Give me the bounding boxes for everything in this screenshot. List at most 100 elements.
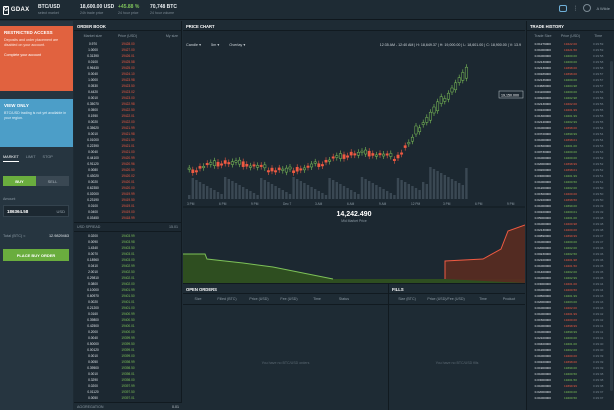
trade-history-panel: TRADE HISTORY Trade Size Price (USD) Tim…	[526, 21, 614, 410]
last-price-sub: 24h trade price	[80, 11, 104, 15]
trade-time: 0:29:47	[593, 240, 604, 244]
candle-body	[410, 136, 414, 142]
volume-bar	[342, 186, 346, 199]
trade-size: 0.00500000	[534, 294, 552, 298]
order-size: 0.0410	[88, 264, 98, 268]
volume-bar	[382, 189, 385, 199]
trade-history-list: 0.01279000 19422.00 0:29:59 0.01000000 19421…	[527, 41, 614, 401]
order-price: 19400.50	[121, 318, 135, 322]
trade-size: 0.02000000	[534, 390, 552, 394]
order-price: 19398.50	[121, 366, 135, 370]
order-price: 19420.50	[121, 168, 135, 172]
logo-text: GDAX	[10, 7, 30, 13]
volume-stat: 70,748 BTC 24 hour volume	[150, 4, 177, 15]
trade-time: 0:29:53	[593, 144, 604, 148]
volume-bar	[270, 184, 274, 199]
trade-time: 0:29:47	[593, 234, 604, 238]
trade-price: 19400.00	[564, 336, 577, 340]
time-axis-label: 6 PM	[475, 202, 483, 206]
order-size: 1.0000	[88, 78, 98, 82]
order-price: 19401.50	[121, 294, 135, 298]
menu-icon[interactable]: ⋮	[572, 5, 578, 12]
candle-body	[295, 167, 299, 172]
trade-size: 0.03720000	[534, 132, 552, 136]
buy-button[interactable]: BUY	[3, 176, 36, 186]
order-price: 19403.99	[121, 234, 135, 238]
trade-price: 19402.00	[564, 186, 577, 190]
order-book-row[interactable]: 0.03450 19418.99	[74, 215, 181, 221]
aggregation-value[interactable]: 0.01	[172, 405, 179, 409]
last-price-stat: 18,600.00 USD 24h trade price	[80, 4, 114, 15]
trade-price: 19422.00	[564, 42, 577, 46]
volume-bar	[306, 185, 310, 199]
col-my-size: My size	[165, 34, 178, 38]
col-trade-size: Trade Size	[534, 34, 552, 38]
order-size: 0.970	[89, 42, 97, 46]
candle-body	[248, 165, 252, 168]
trade-price: 19399.99	[564, 384, 577, 388]
amount-value[interactable]: 186364.58	[7, 209, 28, 214]
volume-bar	[285, 192, 288, 199]
gdax-logo[interactable]: G GDAX	[3, 4, 29, 16]
trade-price: 19399.99	[564, 132, 577, 136]
trade-time: 0:29:37	[593, 390, 604, 394]
trade-price: 19400.00	[564, 390, 577, 394]
volume-bar	[414, 188, 418, 199]
order-price: 19398.99	[121, 360, 135, 364]
order-size: 0.0010	[88, 96, 98, 100]
trade-time: 0:29:48	[593, 216, 604, 220]
order-size: 0.0100	[88, 204, 98, 208]
trade-history-title: TRADE HISTORY	[527, 21, 614, 31]
tab-limit[interactable]: LIMIT	[26, 155, 36, 162]
order-book-title: ORDER BOOK	[74, 21, 181, 31]
trade-size: 0.02100000	[534, 198, 552, 202]
trade-time: 0:29:58	[593, 54, 604, 58]
amount-input[interactable]: 186364.58 USD	[3, 205, 69, 217]
trade-size: 0.02100000	[534, 258, 552, 262]
tab-stop[interactable]: STOP	[43, 155, 53, 162]
candle-body	[356, 152, 360, 156]
trade-size: 0.00100000	[534, 108, 552, 112]
time-axis-label: 9 AM	[379, 202, 387, 206]
trade-size: 0.02000000	[534, 246, 552, 250]
trade-time: 0:29:44	[593, 288, 604, 292]
order-type-tabs: MARKET LIMIT STOP	[3, 155, 53, 162]
volume-bar	[303, 183, 306, 199]
chat-icon[interactable]	[559, 4, 568, 12]
place-buy-order-button[interactable]: PLACE BUY ORDER	[3, 249, 69, 261]
trade-size: 0.01000000	[534, 204, 552, 208]
user-name[interactable]: A Wilde	[596, 6, 610, 11]
volume-bar	[418, 190, 421, 199]
sell-button[interactable]: SELL	[36, 176, 69, 186]
order-price: 19402.99	[121, 264, 135, 268]
candle-body	[346, 155, 350, 158]
order-size: 0.96430	[87, 66, 99, 70]
trade-size: 0.01000000	[534, 54, 552, 58]
order-size: 0.2000	[88, 330, 98, 334]
trade-time: 0:29:39	[593, 360, 604, 364]
tab-market[interactable]: MARKET	[3, 155, 19, 162]
complete-account-link[interactable]: Complete your account	[4, 53, 69, 57]
col-filled: Filled (BTC)	[217, 297, 237, 301]
fills-panel: FILLS Size (BTC) Price (USD)/Fee (USD) T…	[389, 283, 525, 410]
user-avatar-icon[interactable]	[583, 4, 592, 12]
trade-size: 0.05000000	[534, 216, 552, 220]
candle-body	[407, 142, 411, 145]
candlestick-chart[interactable]: 19,150.000 3 PM 6 PM 9 PM Dec 7 3 AM 6 AM 9 AM 1…	[183, 21, 525, 283]
col-time: Time	[479, 297, 487, 301]
trade-history-scrollbar[interactable]	[610, 61, 613, 391]
trade-time: 0:29:50	[593, 192, 604, 196]
candle-body	[198, 166, 202, 169]
candle-body	[418, 127, 422, 133]
pair-label: BTC/USD	[38, 4, 61, 10]
order-price: 19423.02	[121, 90, 135, 94]
pair-selector[interactable]: BTC/USD select market	[38, 4, 60, 15]
volume-bar	[407, 184, 410, 199]
order-price: 19403.01	[121, 252, 135, 256]
order-size: 0.0020	[88, 300, 98, 304]
volume-bar	[206, 186, 209, 199]
order-size: 0.0500	[88, 108, 98, 112]
order-price: 19418.99	[121, 216, 135, 220]
order-size: 0.01000	[87, 138, 99, 142]
order-size: 0.0010	[88, 354, 98, 358]
